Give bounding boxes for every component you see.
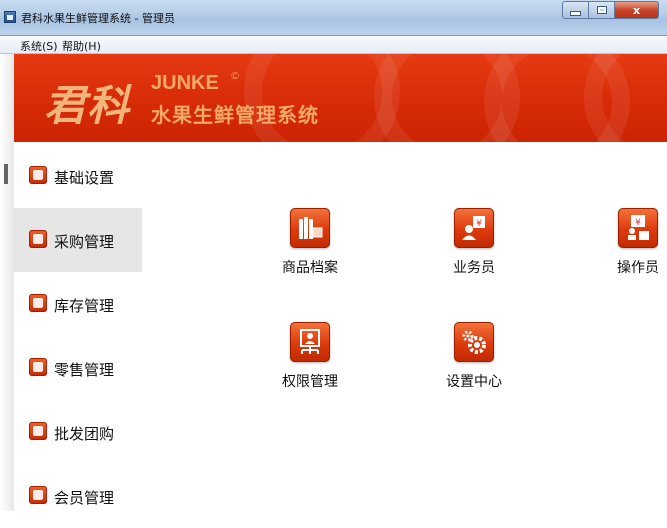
registered-mark: © xyxy=(230,71,240,82)
settings-icon xyxy=(29,166,47,184)
tile-label: 权限管理 xyxy=(282,374,338,390)
brand-name-en: JUNKE xyxy=(151,72,219,94)
gear-icon xyxy=(454,322,494,362)
purchase-icon xyxy=(29,230,47,248)
close-button[interactable]: x xyxy=(615,1,659,19)
sidebar-item-basic-settings[interactable]: 基础设置 xyxy=(4,144,142,208)
app-icon[interactable] xyxy=(4,11,16,23)
sidebar-item-label: 采购管理 xyxy=(54,233,115,251)
sidebar-item-purchase[interactable]: 采购管理 xyxy=(14,208,142,272)
operator-icon: ¥ xyxy=(618,208,658,248)
inventory-icon xyxy=(29,294,47,312)
maximize-button[interactable] xyxy=(589,1,615,19)
permission-icon xyxy=(290,322,330,362)
menu-bar: 系统(S) 帮助(H) xyxy=(0,36,667,54)
salesperson-icon: ¥ xyxy=(454,208,494,248)
minimize-button[interactable] xyxy=(562,1,589,19)
sidebar-item-label: 会员管理 xyxy=(54,489,115,507)
sidebar-item-member[interactable]: 会员管理 xyxy=(14,464,142,528)
tile-label: 业务员 xyxy=(453,260,495,276)
member-icon xyxy=(29,486,47,504)
sidebar-marker xyxy=(4,164,8,184)
minimize-icon xyxy=(570,10,581,16)
tile-salesperson[interactable]: ¥ 业务员 xyxy=(434,208,514,277)
sidebar-item-label: 库存管理 xyxy=(54,297,115,315)
product-archive-icon xyxy=(290,208,330,248)
tile-product-archive[interactable]: 商品档案 xyxy=(270,208,350,277)
wholesale-icon xyxy=(29,422,47,440)
svg-text:¥: ¥ xyxy=(635,218,641,228)
brand-banner: 君科 JUNKE © 水果生鲜管理系统 xyxy=(14,54,667,142)
tile-permission[interactable]: 权限管理 xyxy=(270,322,350,391)
menu-system[interactable]: 系统(S) xyxy=(20,38,58,54)
menu-help[interactable]: 帮助(H) xyxy=(62,38,101,54)
maximize-icon xyxy=(596,6,607,14)
tile-operator[interactable]: ¥ 操作员 xyxy=(598,208,667,277)
main-panel: 商品档案 ¥ 业务员 ¥ 操作员 权限管理 设置中心 xyxy=(142,142,667,511)
tile-settings-center[interactable]: 设置中心 xyxy=(434,322,514,391)
sidebar-item-label: 零售管理 xyxy=(54,361,115,379)
sidebar-item-label: 基础设置 xyxy=(54,169,115,187)
banner-decoration xyxy=(584,54,667,142)
close-icon: x xyxy=(632,3,641,17)
logo: 君科 xyxy=(44,81,131,130)
sidebar-item-label: 批发团购 xyxy=(54,425,115,443)
tile-label: 设置中心 xyxy=(446,374,502,390)
tile-label: 商品档案 xyxy=(282,260,338,276)
svg-text:¥: ¥ xyxy=(476,219,482,229)
sidebar-item-wholesale[interactable]: 批发团购 xyxy=(14,400,142,464)
sidebar-item-inventory[interactable]: 库存管理 xyxy=(14,272,142,336)
window-controls: x xyxy=(562,1,659,20)
window-title: 君科水果生鲜管理系统 - 管理员 xyxy=(21,12,175,25)
tile-label: 操作员 xyxy=(617,260,659,276)
retail-icon xyxy=(29,358,47,376)
sidebar-item-retail[interactable]: 零售管理 xyxy=(14,336,142,400)
window-title-bar[interactable]: 君科水果生鲜管理系统 - 管理员 x xyxy=(0,0,667,36)
sidebar: 基础设置 采购管理 库存管理 零售管理 批发团购 会员管理 xyxy=(4,142,142,511)
brand-name-cn: 水果生鲜管理系统 xyxy=(151,103,319,127)
window-left-edge xyxy=(0,54,14,511)
